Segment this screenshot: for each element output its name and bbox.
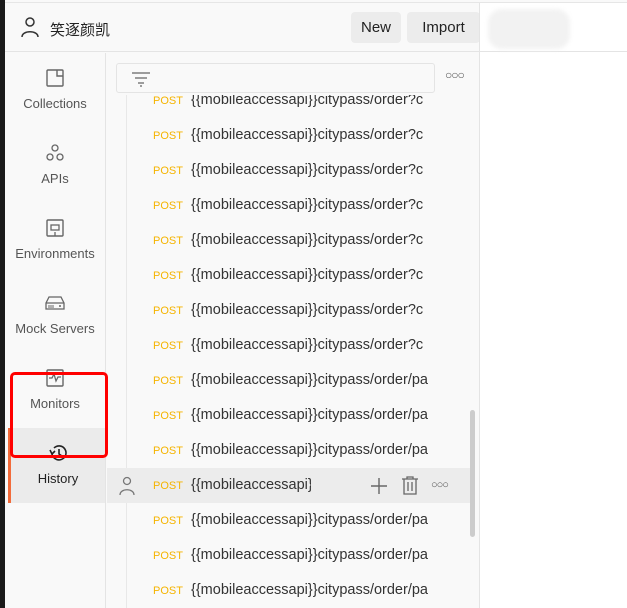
scrollbar-thumb[interactable] <box>470 410 475 537</box>
history-row[interactable]: POST {{mobileaccessapi}}citypass/order?c <box>127 118 471 153</box>
request-url: {{mobileaccessapi}}citypass/order?c <box>191 92 424 108</box>
method-badge: POST <box>153 585 183 597</box>
method-badge: POST <box>153 550 183 562</box>
request-url: {{mobileaccessapi}}citypass/order/pa <box>191 547 428 563</box>
filter-input[interactable] <box>116 63 435 93</box>
apis-icon <box>46 144 64 161</box>
history-list: POST {{mobileaccessapi}}citypass/order?c P… <box>107 92 471 608</box>
request-url: {{mobileaccessapi}}citypass/order?c <box>191 197 424 213</box>
sidebar: Collections APIs Environments Mock Servers M… <box>5 53 106 608</box>
history-row[interactable]: POST {{mobileaccessapi}}citypass/order?c <box>127 153 471 188</box>
request-url: {{mobileaccessapi}}citypass/order?c <box>191 232 424 248</box>
history-row[interactable]: POST {{mobileaccessapi}}citypass/order/pa <box>127 433 471 468</box>
method-badge: POST <box>153 340 183 352</box>
more-options-icon[interactable]: ○○○ <box>445 68 465 82</box>
method-badge: POST <box>153 270 183 282</box>
history-row[interactable]: POST {{mobileaccessapi}}citypass/order/pa <box>127 538 471 573</box>
request-url: {{mobileaccessapi}}citypass/order/pa <box>191 407 428 423</box>
sidebar-item-label: Mock Servers <box>15 321 95 336</box>
method-badge: POST <box>153 305 183 317</box>
history-row[interactable]: POST {{mobileaccessapi}}citypass/order?c <box>127 258 471 293</box>
blurred-content <box>488 9 570 49</box>
history-panel: ○○○ POST {{mobileaccessapi}}citypass/orde… <box>106 53 479 608</box>
sidebar-item-label: History <box>37 471 79 486</box>
main-panel <box>479 3 627 608</box>
request-url: {{mobileaccessapi}}cityp <box>191 477 311 493</box>
request-url: {{mobileaccessapi}}citypass/order?c <box>191 302 424 318</box>
method-badge: POST <box>153 235 183 247</box>
user-icon <box>119 476 135 496</box>
trash-icon[interactable] <box>401 475 419 495</box>
scrollbar[interactable] <box>468 103 476 608</box>
request-url: {{mobileaccessapi}}citypass/order/pa <box>191 442 428 458</box>
request-url: {{mobileaccessapi}}citypass/order/pa <box>191 582 428 598</box>
method-badge: POST <box>153 515 183 527</box>
method-badge: POST <box>153 95 183 107</box>
history-row[interactable]: POST {{mobileaccessapi}}citypass/order/pa <box>127 573 471 608</box>
new-button[interactable]: New <box>351 12 401 43</box>
method-badge: POST <box>153 375 183 387</box>
highlight-box <box>10 372 108 458</box>
sidebar-item-label: Environments <box>15 246 95 261</box>
request-url: {{mobileaccessapi}}citypass/order/pa <box>191 512 428 528</box>
sidebar-item-label: Collections <box>23 96 87 111</box>
history-row[interactable]: POST {{mobileaccessapi}}citypass/order?c <box>127 223 471 258</box>
request-url: {{mobileaccessapi}}citypass/order?c <box>191 127 424 143</box>
add-icon[interactable] <box>370 477 388 495</box>
method-badge: POST <box>153 410 183 422</box>
method-badge: POST <box>153 130 183 142</box>
history-row[interactable]: POST {{mobileaccessapi}}cityp ○○○ <box>107 468 471 503</box>
workspace-name[interactable]: 笑逐颜凯 <box>50 19 110 40</box>
environments-icon <box>46 219 64 237</box>
history-row[interactable]: POST {{mobileaccessapi}}citypass/order/pa <box>127 363 471 398</box>
method-badge: POST <box>153 445 183 457</box>
sidebar-item-environments[interactable]: Environments <box>5 203 105 278</box>
main-header <box>480 3 627 52</box>
mock-servers-icon <box>45 296 65 310</box>
method-badge: POST <box>153 200 183 212</box>
history-row[interactable]: POST {{mobileaccessapi}}citypass/order?c <box>127 328 471 363</box>
history-row[interactable]: POST {{mobileaccessapi}}citypass/order/pa <box>127 503 471 538</box>
sidebar-item-mock-servers[interactable]: Mock Servers <box>5 278 105 353</box>
import-button[interactable]: Import <box>407 12 480 43</box>
sidebar-item-label: APIs <box>41 171 69 186</box>
request-url: {{mobileaccessapi}}citypass/order?c <box>191 267 424 283</box>
request-url: {{mobileaccessapi}}citypass/order?c <box>191 162 424 178</box>
history-row[interactable]: POST {{mobileaccessapi}}citypass/order?c <box>127 293 471 328</box>
sidebar-item-apis[interactable]: APIs <box>5 128 105 203</box>
request-url: {{mobileaccessapi}}citypass/order?c <box>191 337 424 353</box>
method-badge: POST <box>153 165 183 177</box>
sidebar-item-collections[interactable]: Collections <box>5 53 105 128</box>
method-badge: POST <box>153 480 183 492</box>
request-url: {{mobileaccessapi}}citypass/order/pa <box>191 372 428 388</box>
history-row[interactable]: POST {{mobileaccessapi}}citypass/order/pa <box>127 398 471 433</box>
header: 笑逐颜凯 New Import <box>5 3 480 52</box>
user-icon <box>21 17 39 38</box>
row-more-icon[interactable]: ○○○ <box>431 479 449 491</box>
postman-app: 笑逐颜凯 New Import Collections APIs Environme… <box>5 0 627 608</box>
history-row[interactable]: POST {{mobileaccessapi}}citypass/order?c <box>127 188 471 223</box>
collections-icon <box>46 69 64 87</box>
filter-icon <box>132 72 150 87</box>
